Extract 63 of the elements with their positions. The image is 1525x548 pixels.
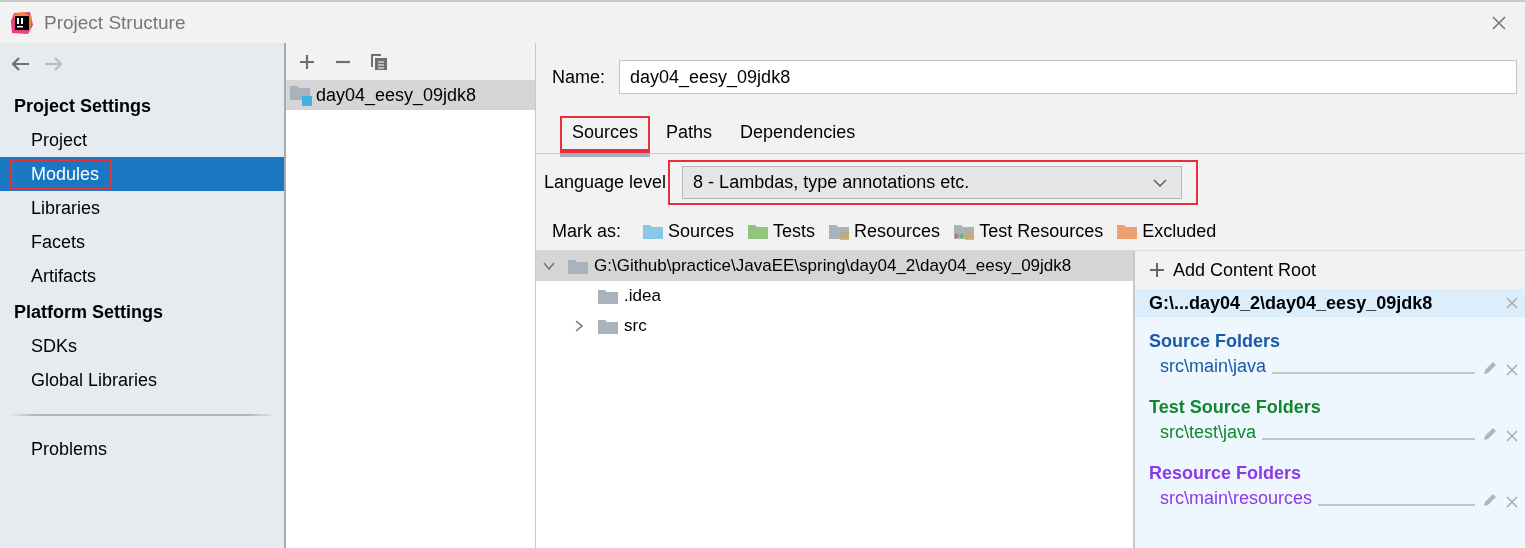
tab[interactable]: Paths: [654, 116, 725, 153]
sidebar-item[interactable]: Problems: [0, 432, 284, 466]
window-title: Project Structure: [44, 11, 187, 34]
folder-icon: [748, 222, 771, 241]
copy-button[interactable]: [370, 52, 388, 71]
app-logo-icon: [10, 10, 34, 35]
pencil-icon[interactable]: [1481, 359, 1499, 377]
name-field[interactable]: day04_eesy_09jdk8: [619, 60, 1517, 94]
plus-icon: [298, 52, 316, 71]
back-button[interactable]: [10, 55, 30, 73]
folder-path: src\main\resources: [1160, 488, 1313, 509]
plus-icon: [1149, 262, 1165, 278]
remove-button[interactable]: [334, 59, 352, 64]
sidebar-item[interactable]: Global Libraries: [0, 363, 284, 397]
sidebar-item[interactable]: Facets: [0, 225, 284, 259]
sidebar-item[interactable]: Modules: [0, 157, 284, 191]
mark-as-button[interactable]: Resources: [829, 221, 941, 242]
folder-path: src\test\java: [1160, 422, 1257, 443]
folder-icon: [1117, 222, 1140, 241]
sidebar-item[interactable]: Project: [0, 123, 284, 157]
section-heading: Project Settings: [13, 95, 153, 118]
mark-as-label: Mark as:: [552, 221, 621, 242]
pencil-icon[interactable]: [1481, 491, 1499, 509]
tree-item[interactable]: src: [536, 311, 1133, 341]
close-icon[interactable]: [1505, 495, 1519, 509]
sidebar-item[interactable]: Libraries: [0, 191, 284, 225]
module-item[interactable]: day04_eesy_09jdk8: [286, 80, 535, 110]
folder-group-title: Test Source Folders: [1148, 396, 1322, 418]
folder-icon: [598, 318, 618, 334]
language-level-dropdown[interactable]: 8 - Lambdas, type annotations etc.: [682, 166, 1183, 199]
folder-group-title: Resource Folders: [1148, 462, 1303, 484]
folder-icon: [829, 222, 852, 241]
tree-item[interactable]: .idea: [536, 281, 1133, 311]
folder-icon: [643, 222, 665, 241]
close-icon[interactable]: [1505, 429, 1519, 443]
arrow-icon: [10, 55, 30, 73]
sidebar-item[interactable]: Artifacts: [0, 259, 284, 293]
folder-icon: [568, 258, 588, 274]
close-icon[interactable]: [1505, 363, 1519, 377]
language-level-label: Language level: [544, 172, 667, 193]
sidebar-item[interactable]: SDKs: [0, 329, 284, 363]
folder-path: src\main\java: [1160, 356, 1267, 377]
arrow-icon: [44, 55, 64, 73]
mark-as-button[interactable]: Excluded: [1117, 221, 1217, 242]
folder-icon: [954, 222, 977, 241]
copy-icon: [370, 52, 388, 71]
close-icon: [1491, 14, 1507, 31]
mark-as-button[interactable]: Sources: [643, 221, 735, 242]
tree-item[interactable]: G:\Github\practice\JavaEE\spring\day04_2\day04_eesy_09jdk8: [536, 251, 1133, 281]
mark-as-button[interactable]: Test Resources: [954, 221, 1104, 242]
pencil-icon[interactable]: [1481, 425, 1499, 443]
chevron-down-icon: [1153, 178, 1168, 187]
minus-icon: [334, 59, 352, 64]
content-root-item[interactable]: G:\...day04_2\day04_eesy_09jdk8: [1135, 289, 1525, 317]
module-folder-icon: [290, 84, 312, 106]
mark-as-button[interactable]: Tests: [748, 221, 816, 242]
name-label: Name:: [552, 66, 605, 88]
close-icon[interactable]: [1505, 296, 1519, 310]
folder-icon: [598, 288, 618, 304]
section-heading: Platform Settings: [13, 301, 165, 324]
folder-group-title: Source Folders: [1148, 330, 1282, 352]
tab[interactable]: Dependencies: [728, 116, 868, 153]
add-button[interactable]: [298, 52, 316, 71]
